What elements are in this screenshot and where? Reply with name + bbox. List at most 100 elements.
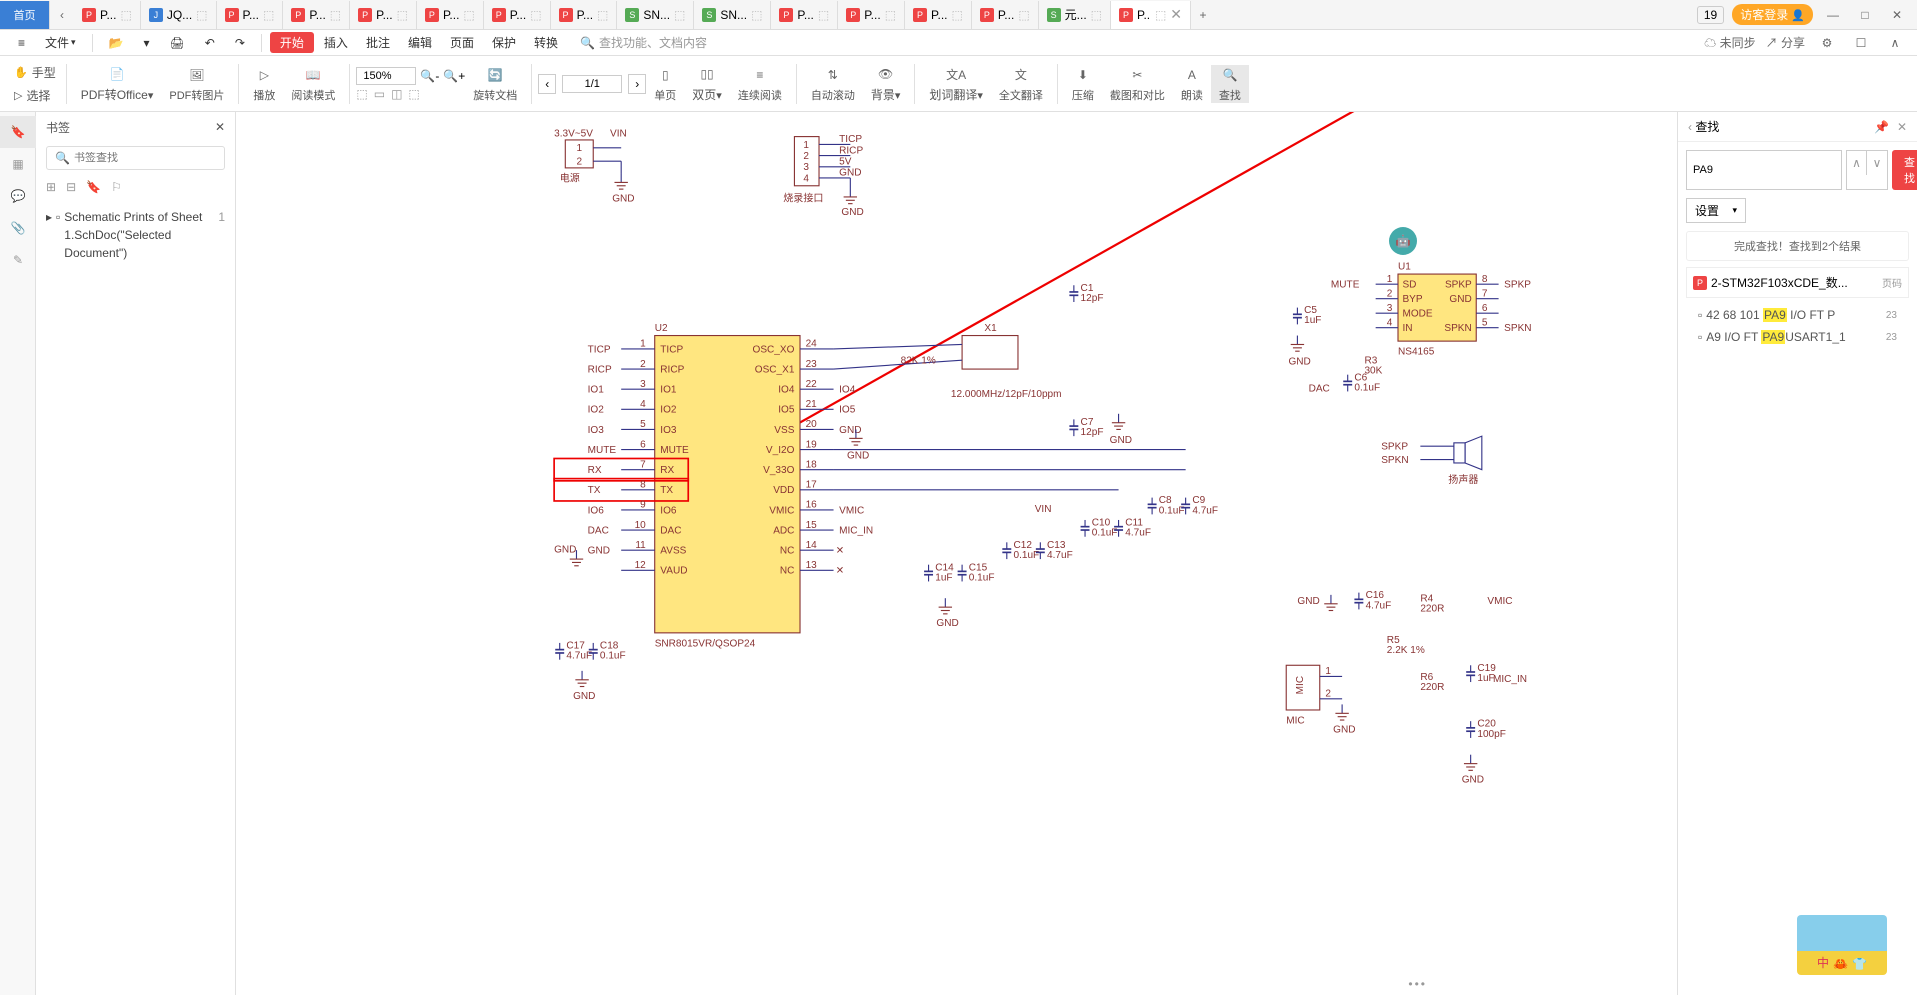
pdf-to-image[interactable]: 🖼PDF转图片 bbox=[161, 65, 232, 103]
share-button[interactable]: ↗ 分享 bbox=[1766, 34, 1805, 51]
function-search[interactable]: 🔍 查找功能、文档内容 bbox=[580, 34, 707, 51]
close-search-icon[interactable]: ✕ bbox=[1897, 120, 1907, 134]
close-panel-icon[interactable]: ✕ bbox=[215, 120, 225, 134]
expand-icon[interactable]: ▸ bbox=[46, 208, 52, 262]
menu-保护[interactable]: 保护 bbox=[484, 32, 524, 53]
marquee-icon[interactable]: ⬚ bbox=[408, 87, 419, 101]
settings-icon[interactable]: ⚙ bbox=[1815, 31, 1839, 55]
ai-assistant-icon[interactable]: 🤖 bbox=[1389, 227, 1417, 255]
hand-tool[interactable]: ✋ 手型 bbox=[10, 62, 60, 83]
undo-icon[interactable]: ↶ bbox=[197, 34, 223, 52]
bookmark-item[interactable]: ▸ ▫ Schematic Prints of Sheet 1.SchDoc("… bbox=[46, 208, 225, 262]
tab-add[interactable]: + bbox=[1191, 3, 1215, 27]
thumbnail-tab-icon[interactable]: ▦ bbox=[0, 148, 36, 180]
auto-scroll[interactable]: ⇅自动滚动 bbox=[803, 65, 863, 103]
document-tab-10[interactable]: PP...⬚ bbox=[771, 1, 838, 29]
zoom-select[interactable] bbox=[356, 67, 416, 85]
search-input[interactable] bbox=[1686, 150, 1842, 190]
schematic-canvas[interactable]: 123.3V~5VVINGND电源 1TICP2RICP35V4GND烧录接口G… bbox=[236, 112, 1677, 995]
bookmark-tab-icon[interactable]: 🔖 bbox=[0, 116, 36, 148]
translate-full[interactable]: 文全文翻译 bbox=[991, 65, 1051, 103]
tab-nav-left[interactable]: ‹ bbox=[50, 3, 74, 27]
maximize-button[interactable]: □ bbox=[1853, 3, 1877, 27]
prev-page[interactable]: ‹ bbox=[538, 74, 556, 94]
gallery-icon[interactable]: ▾ bbox=[136, 34, 158, 52]
menu-开始[interactable]: 开始 bbox=[270, 32, 314, 53]
search-settings[interactable]: 设置▾ bbox=[1686, 198, 1746, 223]
svg-text:TICP: TICP bbox=[839, 134, 862, 145]
hamburger-icon[interactable]: ≡ bbox=[10, 34, 33, 52]
menu-页面[interactable]: 页面 bbox=[442, 32, 482, 53]
select-tool[interactable]: ▷ 选择 bbox=[10, 85, 60, 106]
document-tab-7[interactable]: PP...⬚ bbox=[551, 1, 618, 29]
pin-icon[interactable]: 📌 bbox=[1874, 120, 1889, 134]
document-tab-2[interactable]: PP...⬚ bbox=[217, 1, 284, 29]
document-tab-1[interactable]: JJQ...⬚ bbox=[141, 1, 217, 29]
expand-all-icon[interactable]: ⊞ bbox=[46, 180, 56, 194]
print-icon[interactable]: 🖨 bbox=[162, 34, 193, 52]
pdf-to-office[interactable]: 📄PDF转Office▾ bbox=[73, 64, 162, 103]
document-tab-14[interactable]: S元...⬚ bbox=[1039, 1, 1111, 29]
search-result-2[interactable]: ▫ A9 I/O FT PA9USART1_1 23 bbox=[1678, 326, 1917, 348]
fit-page-icon[interactable]: ▭ bbox=[374, 87, 385, 101]
collapse-all-icon[interactable]: ⊟ bbox=[66, 180, 76, 194]
badge-count[interactable]: 19 bbox=[1697, 6, 1724, 24]
search-go-button[interactable]: 查找 bbox=[1892, 150, 1917, 190]
compress[interactable]: ⬇压缩 bbox=[1064, 65, 1102, 103]
document-tab-8[interactable]: SSN...⬚ bbox=[617, 1, 694, 29]
document-tab-5[interactable]: PP...⬚ bbox=[417, 1, 484, 29]
find-tool[interactable]: 🔍查找 bbox=[1211, 65, 1249, 103]
text-to-speech[interactable]: A朗读 bbox=[1173, 65, 1211, 103]
tab-home[interactable]: 首页 bbox=[0, 1, 50, 29]
feedback-icon[interactable]: ☐ bbox=[1849, 31, 1873, 55]
translate-selection[interactable]: 文A划词翻译▾ bbox=[921, 64, 991, 103]
screenshot-compare[interactable]: ✂截图和对比 bbox=[1102, 65, 1173, 103]
document-tab-0[interactable]: PP...⬚ bbox=[74, 1, 141, 29]
bookmark-del-icon[interactable]: ⚐ bbox=[111, 180, 122, 194]
zoom-out-icon[interactable]: 🔍- bbox=[420, 69, 439, 83]
document-tab-11[interactable]: PP...⬚ bbox=[838, 1, 905, 29]
redo-icon[interactable]: ↷ bbox=[227, 34, 253, 52]
menu-批注[interactable]: 批注 bbox=[358, 32, 398, 53]
minimize-button[interactable]: — bbox=[1821, 3, 1845, 27]
search-prev[interactable]: ∧ bbox=[1847, 151, 1867, 175]
zoom-in-icon[interactable]: 🔍+ bbox=[443, 69, 465, 83]
attachment-tab-icon[interactable]: 📎 bbox=[0, 212, 36, 244]
document-tab-12[interactable]: PP...⬚ bbox=[905, 1, 972, 29]
ime-widget[interactable]: 中🦀👕 bbox=[1797, 915, 1887, 975]
menu-编辑[interactable]: 编辑 bbox=[400, 32, 440, 53]
open-icon[interactable]: 📂 bbox=[101, 34, 132, 52]
bookmark-add-icon[interactable]: 🔖 bbox=[86, 180, 101, 194]
document-tab-9[interactable]: SSN...⬚ bbox=[694, 1, 771, 29]
more-icon[interactable]: ••• bbox=[1408, 977, 1427, 991]
collapse-icon[interactable]: ∧ bbox=[1883, 31, 1907, 55]
file-menu[interactable]: 文件 ▾ bbox=[37, 32, 84, 53]
actual-size-icon[interactable]: ◫ bbox=[391, 87, 402, 101]
play-button[interactable]: ▷播放 bbox=[245, 65, 283, 103]
login-button[interactable]: 访客登录 👤 bbox=[1732, 4, 1813, 25]
comment-tab-icon[interactable]: 💬 bbox=[0, 180, 36, 212]
document-tab-15[interactable]: PP...⬚✕ bbox=[1111, 1, 1191, 29]
search-result-1[interactable]: ▫ 42 68 101 PA9 I/O FT P 23 bbox=[1678, 304, 1917, 326]
page-indicator[interactable]: 1/1 bbox=[562, 75, 622, 93]
document-tab-13[interactable]: PP...⬚ bbox=[972, 1, 1039, 29]
signature-tab-icon[interactable]: ✎ bbox=[0, 244, 36, 276]
document-tab-4[interactable]: PP...⬚ bbox=[350, 1, 417, 29]
background[interactable]: 👁背景▾ bbox=[863, 64, 909, 103]
menu-转换[interactable]: 转换 bbox=[526, 32, 566, 53]
rotate-doc[interactable]: 🔄旋转文档 bbox=[465, 65, 525, 103]
search-doc-header[interactable]: P 2-STM32F103xCDE_数... 页码 bbox=[1686, 267, 1909, 298]
bookmark-search[interactable]: 🔍 bbox=[46, 146, 225, 170]
document-tab-3[interactable]: PP...⬚ bbox=[283, 1, 350, 29]
fit-width-icon[interactable]: ⬚ bbox=[356, 87, 367, 101]
single-page[interactable]: ▯单页 bbox=[646, 65, 684, 103]
search-next[interactable]: ∨ bbox=[1867, 151, 1887, 175]
next-page[interactable]: › bbox=[628, 74, 646, 94]
menu-插入[interactable]: 插入 bbox=[316, 32, 356, 53]
read-mode[interactable]: 📖阅读模式 bbox=[283, 65, 343, 103]
continuous-read[interactable]: ≡连续阅读 bbox=[730, 65, 790, 103]
sync-status[interactable]: ☁ 未同步 bbox=[1704, 34, 1755, 51]
document-tab-6[interactable]: PP...⬚ bbox=[484, 1, 551, 29]
double-page[interactable]: ▯▯双页▾ bbox=[684, 64, 730, 103]
close-window-button[interactable]: ✕ bbox=[1885, 3, 1909, 27]
